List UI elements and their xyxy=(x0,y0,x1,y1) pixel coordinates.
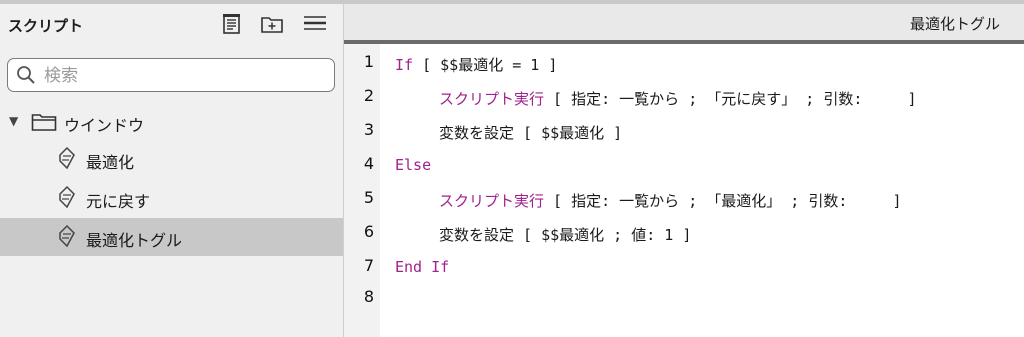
step-params: 変数を設定 [ $$最適化 ] xyxy=(439,124,623,142)
step-params: [ 指定: 一覧から ; 「最適化」 ; 引数: ] xyxy=(544,192,902,210)
line-number: 5 xyxy=(363,188,374,207)
script-item-optimize-toggle[interactable]: 最適化トグル xyxy=(0,218,343,256)
script-step-line[interactable]: 4 Else xyxy=(344,151,1024,185)
disclosure-triangle-icon[interactable]: ▼ xyxy=(9,114,18,128)
new-folder-button[interactable] xyxy=(259,12,285,36)
new-script-button[interactable] xyxy=(219,12,245,36)
script-icon xyxy=(59,224,75,248)
folder-window[interactable]: ▼ ウインドウ xyxy=(0,104,343,140)
script-title: 最適化トグル xyxy=(909,15,1000,33)
step-keyword: スクリプト実行 xyxy=(439,90,545,108)
new-script-icon xyxy=(223,14,240,34)
script-step-line[interactable]: 5 スクリプト実行 [ 指定: 一覧から ; 「最適化」 ; 引数: ] xyxy=(344,185,1024,219)
script-step-line[interactable]: 3 変数を設定 [ $$最適化 ] xyxy=(344,117,1024,151)
separator-button[interactable] xyxy=(302,12,328,36)
script-item-optimize[interactable]: 最適化 xyxy=(0,140,343,178)
step-keyword: スクリプト実行 xyxy=(439,192,545,210)
script-step[interactable]: スクリプト実行 [ 指定: 一覧から ; 「元に戻す」 ; 引数: ] xyxy=(439,88,917,109)
script-editor: 最適化トグル 1 If [ $$最適化 = 1 ] 2 スクリプト実行 [ 指定… xyxy=(344,4,1024,337)
line-number: 8 xyxy=(363,287,374,306)
line-number: 4 xyxy=(363,154,374,173)
script-icon xyxy=(59,185,75,209)
sidebar-header: スクリプト xyxy=(0,4,343,43)
script-step-line[interactable]: 7 End If xyxy=(344,253,1024,287)
line-number: 7 xyxy=(363,256,374,275)
line-number: 6 xyxy=(363,222,374,241)
script-step-line[interactable]: 6 変数を設定 [ $$最適化 ; 値: 1 ] xyxy=(344,219,1024,253)
script-item-label: 元に戻す xyxy=(86,192,151,211)
search-icon xyxy=(17,66,35,84)
step-params: [ 指定: 一覧から ; 「元に戻す」 ; 引数: ] xyxy=(544,90,917,108)
script-step[interactable]: If [ $$最適化 = 1 ] xyxy=(395,54,557,75)
step-keyword: If xyxy=(395,56,414,74)
script-step[interactable]: スクリプト実行 [ 指定: 一覧から ; 「最適化」 ; 引数: ] xyxy=(439,190,902,211)
folder-icon xyxy=(31,114,57,131)
line-number: 3 xyxy=(363,120,374,139)
line-number: 2 xyxy=(363,86,374,105)
editor-header: 最適化トグル xyxy=(344,4,1024,40)
search-field[interactable] xyxy=(7,58,335,92)
script-item-restore[interactable]: 元に戻す xyxy=(0,179,343,217)
line-number: 1 xyxy=(363,52,374,71)
script-step[interactable]: 変数を設定 [ $$最適化 ; 値: 1 ] xyxy=(439,224,691,245)
new-folder-icon xyxy=(261,17,283,33)
script-step-line[interactable]: 8 xyxy=(344,284,1024,318)
step-keyword: End If xyxy=(395,258,450,276)
step-params: [ $$最適化 = 1 ] xyxy=(413,56,558,74)
sidebar-title: スクリプト xyxy=(8,17,84,35)
separator-icon xyxy=(304,16,326,30)
script-item-label: 最適化 xyxy=(86,153,135,172)
scripts-sidebar: スクリプト 検索 ▼ ウインドウ 最適化 元に戻す 最適化トグル xyxy=(0,4,344,337)
script-step-line[interactable]: 2 スクリプト実行 [ 指定: 一覧から ; 「元に戻す」 ; 引数: ] xyxy=(344,83,1024,117)
script-step-line[interactable]: 1 If [ $$最適化 = 1 ] xyxy=(344,49,1024,83)
script-icon xyxy=(59,146,75,170)
editor-header-divider xyxy=(344,40,1024,44)
search-input[interactable] xyxy=(42,63,331,89)
script-step[interactable]: Else xyxy=(395,156,431,174)
step-params: 変数を設定 [ $$最適化 ; 値: 1 ] xyxy=(439,226,692,244)
step-keyword: Else xyxy=(395,156,432,174)
script-step[interactable]: 変数を設定 [ $$最適化 ] xyxy=(439,122,622,143)
folder-label: ウインドウ xyxy=(64,116,145,135)
script-item-label: 最適化トグル xyxy=(86,231,183,250)
script-step[interactable]: End If xyxy=(395,258,449,276)
